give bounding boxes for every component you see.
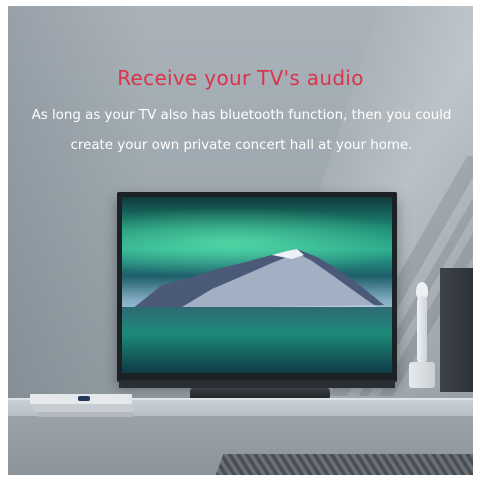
- carpet: [212, 454, 473, 475]
- speaker: [440, 268, 473, 392]
- statue: [417, 296, 427, 364]
- television: [117, 192, 397, 382]
- tv-screen: [122, 197, 392, 373]
- book-decoration: [78, 396, 90, 401]
- headline: Receive your TV's audio: [117, 66, 364, 90]
- book: [34, 404, 134, 412]
- product-image: Receive your TV's audio As long as your …: [8, 6, 473, 475]
- tv-bottom-bar: [119, 380, 395, 388]
- subtext: As long as your TV also has bluetooth fu…: [31, 108, 452, 153]
- water-reflection: [122, 307, 392, 373]
- statue-base: [409, 362, 435, 388]
